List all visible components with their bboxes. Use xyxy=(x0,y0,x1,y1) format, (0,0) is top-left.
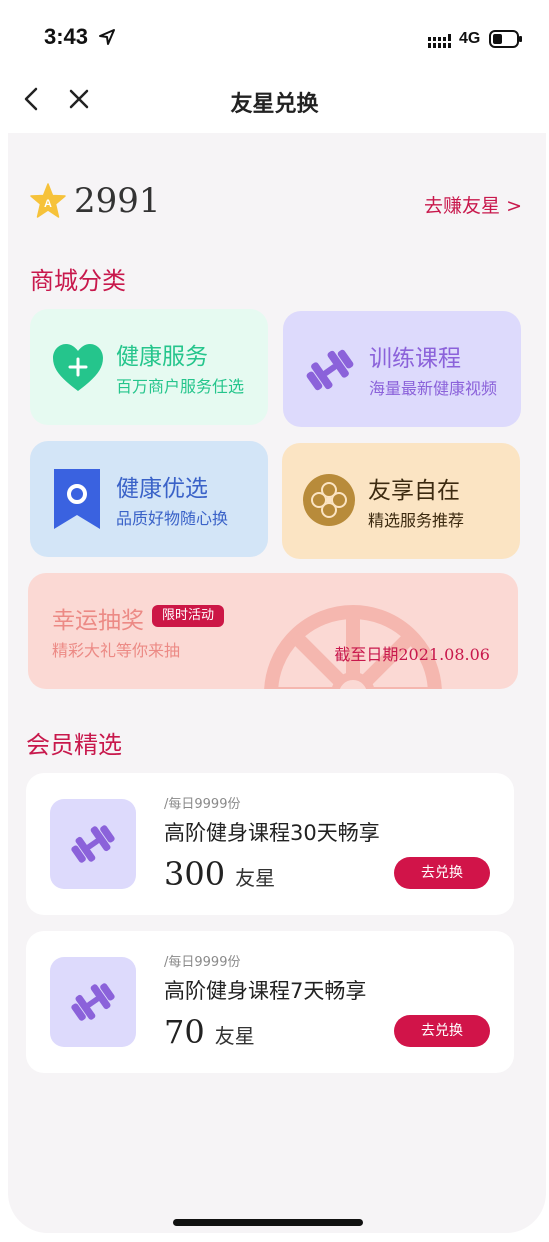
product-name: 高阶健身课程30天畅享 xyxy=(164,821,380,845)
network-type: 4G xyxy=(459,30,481,47)
earn-stars-link[interactable]: 去赚友星 > xyxy=(424,191,522,218)
price-unit: 友星 xyxy=(214,1024,255,1048)
heart-plus-icon xyxy=(53,344,103,391)
nav-bar: 友星兑换 xyxy=(0,70,549,130)
category-training-courses[interactable]: 训练课程 海量最新健康视频 xyxy=(283,311,521,427)
bookmark-icon xyxy=(54,469,100,529)
dumbbell-icon xyxy=(71,825,115,863)
category-health-selection[interactable]: 健康优选 品质好物随心换 xyxy=(30,441,268,557)
product-price: 70 友星 xyxy=(164,1013,255,1051)
dumbbell-icon xyxy=(306,349,354,391)
redeem-button[interactable]: 去兑换 xyxy=(394,857,490,889)
category-title: 友享自在 xyxy=(368,478,460,504)
category-subtitle: 百万商户服务任选 xyxy=(116,377,245,396)
status-bar: 3:43 4G xyxy=(0,18,549,58)
price-value: 300 xyxy=(164,855,226,893)
product-price: 300 友星 xyxy=(164,855,275,893)
category-subtitle: 品质好物随心换 xyxy=(116,509,229,528)
dumbbell-icon xyxy=(71,983,115,1021)
page-title: 友星兑换 xyxy=(230,92,319,117)
battery-icon xyxy=(489,30,522,48)
category-subtitle: 海量最新健康视频 xyxy=(369,379,498,398)
lucky-draw-deadline: 截至日期2021.08.06 xyxy=(334,645,490,664)
product-card[interactable]: /每日9999份 高阶健身课程7天畅享 70 友星 去兑换 xyxy=(26,931,514,1073)
category-title: 训练课程 xyxy=(369,346,461,372)
lucky-draw-subtitle: 精彩大礼等你来抽 xyxy=(52,641,181,660)
category-title: 健康优选 xyxy=(116,476,208,502)
categories-section-title: 商城分类 xyxy=(30,267,126,295)
home-indicator xyxy=(173,1219,363,1226)
category-health-service[interactable]: 健康服务 百万商户服务任选 xyxy=(30,309,268,425)
category-title: 健康服务 xyxy=(116,344,208,370)
signal-icon xyxy=(428,34,451,48)
product-card[interactable]: /每日9999份 高阶健身课程30天畅享 300 友星 去兑换 xyxy=(26,773,514,915)
lucky-draw-title: 幸运抽奖 xyxy=(52,608,144,634)
phone-screen: 3:43 4G 友星兑换 A 2991 去赚友星 > 商城分类 健康服务 百万商… xyxy=(0,0,549,1242)
product-name: 高阶健身课程7天畅享 xyxy=(164,979,367,1003)
members-section-title: 会员精选 xyxy=(26,731,122,759)
product-thumbnail xyxy=(50,799,136,889)
product-daily-limit: /每日9999份 xyxy=(164,797,241,812)
category-subtitle: 精选服务推荐 xyxy=(368,511,465,530)
price-unit: 友星 xyxy=(235,866,276,890)
clover-emblem-icon xyxy=(303,474,355,526)
product-thumbnail xyxy=(50,957,136,1047)
product-daily-limit: /每日9999份 xyxy=(164,955,241,970)
lucky-draw-banner[interactable]: 幸运抽奖 限时活动 精彩大礼等你来抽 截至日期2021.08.06 xyxy=(28,573,518,689)
status-time: 3:43 xyxy=(44,24,89,49)
location-arrow-icon xyxy=(99,29,115,45)
category-enjoy-freely[interactable]: 友享自在 精选服务推荐 xyxy=(282,443,520,559)
main-content: A 2991 去赚友星 > 商城分类 健康服务 百万商户服务任选 训练课程 海量… xyxy=(8,133,546,1233)
redeem-button[interactable]: 去兑换 xyxy=(394,1015,490,1047)
limited-time-badge: 限时活动 xyxy=(152,605,225,627)
star-icon: A xyxy=(30,183,66,218)
points-value: 2991 xyxy=(74,181,161,221)
svg-text:A: A xyxy=(44,198,52,210)
price-value: 70 xyxy=(164,1013,205,1051)
